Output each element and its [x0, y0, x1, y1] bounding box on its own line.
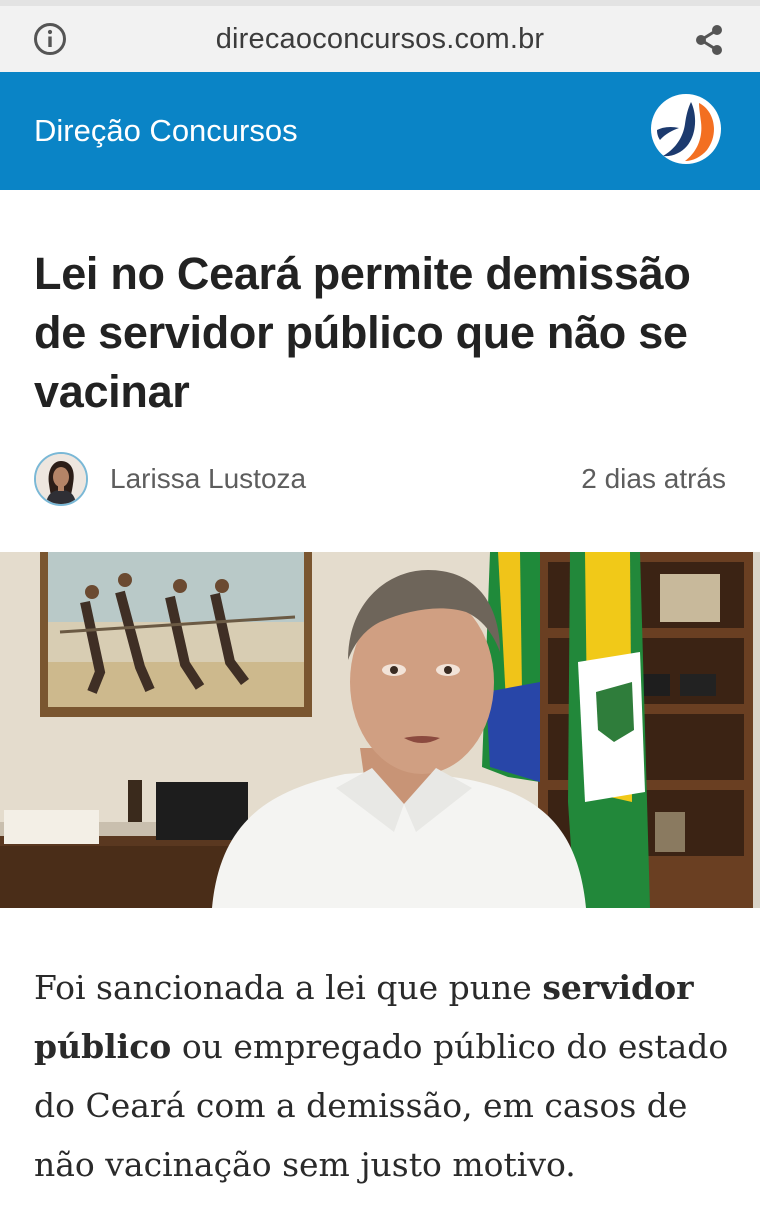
browser-url-bar[interactable]: direcaoconcursos.com.br: [0, 0, 760, 72]
article-title: Lei no Ceará permite demissão de servido…: [34, 248, 691, 417]
avatar-portrait-icon: [36, 454, 86, 504]
article-lead-paragraph: Foi sancionada a lei que pune servidor p…: [34, 958, 734, 1194]
article-hero-image: [0, 552, 760, 908]
site-logo-icon[interactable]: [651, 94, 721, 164]
share-icon[interactable]: [692, 23, 726, 57]
article-byline: Larissa Lustoza 2 dias atrás: [0, 448, 760, 512]
publish-date: 2 dias atrás: [581, 463, 726, 494]
hero-photo-illustration: [0, 552, 760, 908]
author-name[interactable]: Larissa Lustoza: [110, 463, 306, 495]
site-header: Direção Concursos: [0, 72, 760, 190]
site-name-link[interactable]: Direção Concursos: [34, 113, 298, 149]
lead-text-start: Foi sancionada a lei que pune: [34, 968, 543, 1007]
url-text[interactable]: direcaoconcursos.com.br: [0, 23, 760, 56]
author-avatar[interactable]: [34, 452, 88, 506]
